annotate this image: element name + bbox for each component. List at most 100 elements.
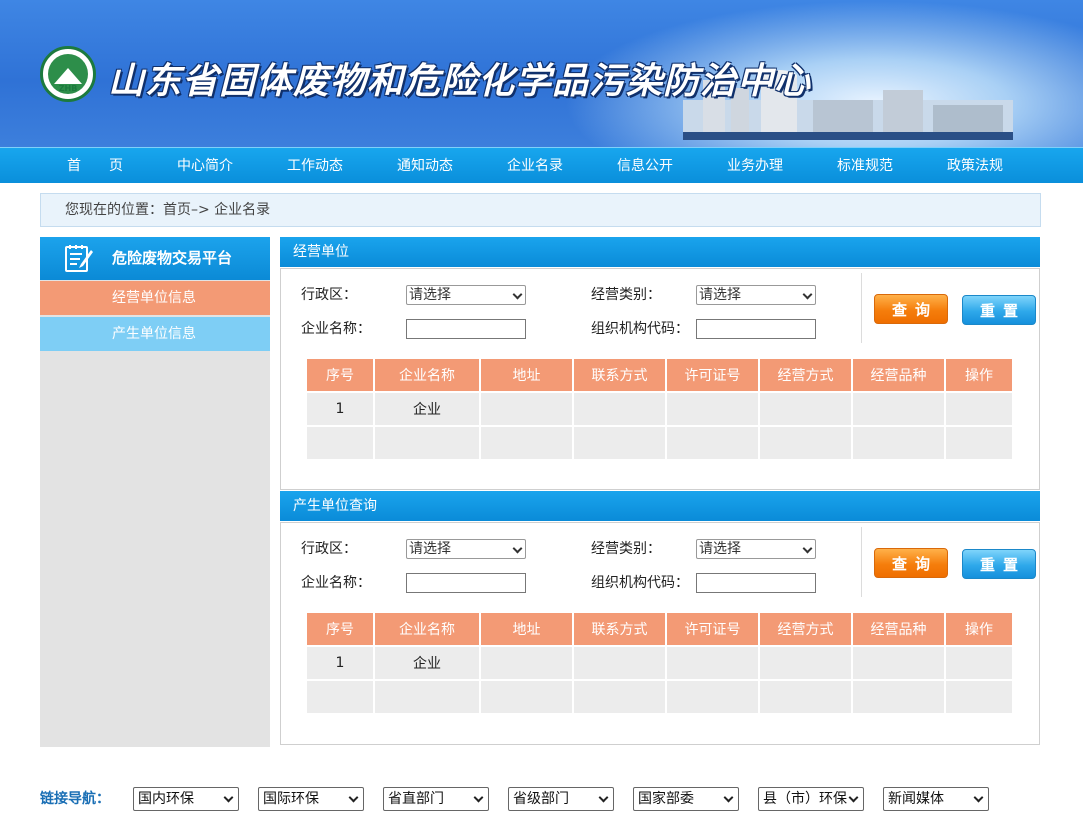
link-select-value: 国内环保 <box>138 791 194 807</box>
col-header-company: 企业名称 <box>375 359 479 391</box>
link-select-domestic[interactable]: 国内环保 <box>133 787 239 811</box>
nav-item-home[interactable]: 首 页 <box>40 148 150 184</box>
link-select-provincial-direct[interactable]: 省直部门 <box>383 787 489 811</box>
region-label: 行政区： <box>301 287 357 303</box>
nav-item-policies[interactable]: 政策法规 <box>920 148 1030 184</box>
section-panel-producing: 行政区： 请选择 经营类别： 请选择 企业名称： 组织机构代码： 查询 重置 序… <box>280 522 1040 745</box>
cell-variety <box>853 647 944 679</box>
query-button[interactable]: 查询 <box>874 548 948 578</box>
section-panel-operating: 行政区： 请选择 经营类别： 请选择 企业名称： 组织机构代码： 查询 重置 序… <box>280 268 1040 490</box>
company-name-label: 企业名称： <box>301 321 371 337</box>
cell-license <box>667 427 758 459</box>
nav-item-about[interactable]: 中心简介 <box>150 148 260 184</box>
cell-company <box>375 427 479 459</box>
cell-variety <box>853 393 944 425</box>
region-select-value: 请选择 <box>409 287 451 303</box>
link-select-media[interactable]: 新闻媒体 <box>883 787 989 811</box>
link-select-value: 国家部委 <box>638 791 694 807</box>
chevron-down-icon <box>802 543 813 554</box>
sidebar-item-producing-units[interactable]: 产生单位信息 <box>40 317 270 351</box>
cell-variety <box>853 681 944 713</box>
breadcrumb: 您现在的位置：首页–> 企业名录 <box>40 193 1041 227</box>
cell-company[interactable]: 企业 <box>375 647 479 679</box>
site-title: 山东省固体废物和危险化学品污染防治中心 <box>108 60 812 102</box>
table-header-row: 序号 企业名称 地址 联系方式 许可证号 经营方式 经营品种 操作 <box>307 613 1012 645</box>
company-name-input[interactable] <box>406 319 526 339</box>
nav-item-standards[interactable]: 标准规范 <box>810 148 920 184</box>
link-select-provincial-level[interactable]: 省级部门 <box>508 787 614 811</box>
cell-address <box>481 393 572 425</box>
org-code-label: 组织机构代码： <box>591 321 689 337</box>
chevron-down-icon <box>802 289 813 300</box>
links-nav-label: 链接导航： <box>40 791 110 807</box>
col-header-mode: 经营方式 <box>760 613 851 645</box>
col-header-action: 操作 <box>946 613 1012 645</box>
chevron-down-icon <box>348 792 359 803</box>
region-select[interactable]: 请选择 <box>406 285 526 305</box>
link-select-value: 新闻媒体 <box>888 791 944 807</box>
org-code-input[interactable] <box>696 319 816 339</box>
section-header-producing: 产生单位查询 <box>280 491 1040 521</box>
sidebar-item-operating-units[interactable]: 经营单位信息 <box>40 281 270 315</box>
nav-item-work-news[interactable]: 工作动态 <box>260 148 370 184</box>
nav-item-directory[interactable]: 企业名录 <box>480 148 590 184</box>
col-header-action: 操作 <box>946 359 1012 391</box>
company-name-input[interactable] <box>406 573 526 593</box>
form-divider <box>861 273 862 343</box>
link-select-national[interactable]: 国家部委 <box>633 787 739 811</box>
cell-company[interactable]: 企业 <box>375 393 479 425</box>
col-header-index: 序号 <box>307 359 373 391</box>
cell-variety <box>853 427 944 459</box>
cell-index <box>307 427 373 459</box>
table-row <box>307 427 1012 459</box>
col-header-address: 地址 <box>481 359 572 391</box>
cell-index <box>307 681 373 713</box>
col-header-contact: 联系方式 <box>574 613 665 645</box>
category-select[interactable]: 请选择 <box>696 539 816 559</box>
cell-contact <box>574 647 665 679</box>
results-table: 序号 企业名称 地址 联系方式 许可证号 经营方式 经营品种 操作 1 企业 <box>305 357 1014 461</box>
cell-mode <box>760 647 851 679</box>
col-header-index: 序号 <box>307 613 373 645</box>
cell-contact <box>574 393 665 425</box>
org-code-input[interactable] <box>696 573 816 593</box>
category-select[interactable]: 请选择 <box>696 285 816 305</box>
col-header-license: 许可证号 <box>667 613 758 645</box>
chevron-down-icon <box>512 289 523 300</box>
nav-item-notices[interactable]: 通知动态 <box>370 148 480 184</box>
chevron-down-icon <box>848 792 859 803</box>
region-label: 行政区： <box>301 541 357 557</box>
chevron-down-icon <box>598 792 609 803</box>
reset-button[interactable]: 重置 <box>962 549 1036 579</box>
table-row: 1 企业 <box>307 647 1012 679</box>
org-code-label: 组织机构代码： <box>591 575 689 591</box>
cell-index: 1 <box>307 393 373 425</box>
link-select-value: 省级部门 <box>513 791 569 807</box>
site-logo: ZHB <box>40 46 96 102</box>
col-header-company: 企业名称 <box>375 613 479 645</box>
main-nav: 首 页 中心简介 工作动态 通知动态 企业名录 信息公开 业务办理 标准规范 政… <box>0 147 1083 183</box>
col-header-contact: 联系方式 <box>574 359 665 391</box>
sidebar-header: 危险废物交易平台 <box>40 237 270 280</box>
table-row <box>307 681 1012 713</box>
region-select[interactable]: 请选择 <box>406 539 526 559</box>
cell-address <box>481 647 572 679</box>
logo-text: ZHB <box>58 84 78 93</box>
cell-index: 1 <box>307 647 373 679</box>
reset-button[interactable]: 重置 <box>962 295 1036 325</box>
link-select-county[interactable]: 县（市）环保 <box>758 787 864 811</box>
link-select-international[interactable]: 国际环保 <box>258 787 364 811</box>
cell-action <box>946 647 1012 679</box>
cell-address <box>481 427 572 459</box>
notepad-icon <box>65 245 93 272</box>
sidebar: 危险废物交易平台 经营单位信息 产生单位信息 <box>40 237 270 747</box>
nav-item-services[interactable]: 业务办理 <box>700 148 810 184</box>
nav-item-disclosure[interactable]: 信息公开 <box>590 148 700 184</box>
cell-action <box>946 427 1012 459</box>
category-label: 经营类别： <box>591 541 661 557</box>
category-select-value: 请选择 <box>699 287 741 303</box>
query-button[interactable]: 查询 <box>874 294 948 324</box>
link-select-value: 国际环保 <box>263 791 319 807</box>
link-select-value: 省直部门 <box>388 791 444 807</box>
link-select-value: 县（市）环保 <box>763 791 847 807</box>
